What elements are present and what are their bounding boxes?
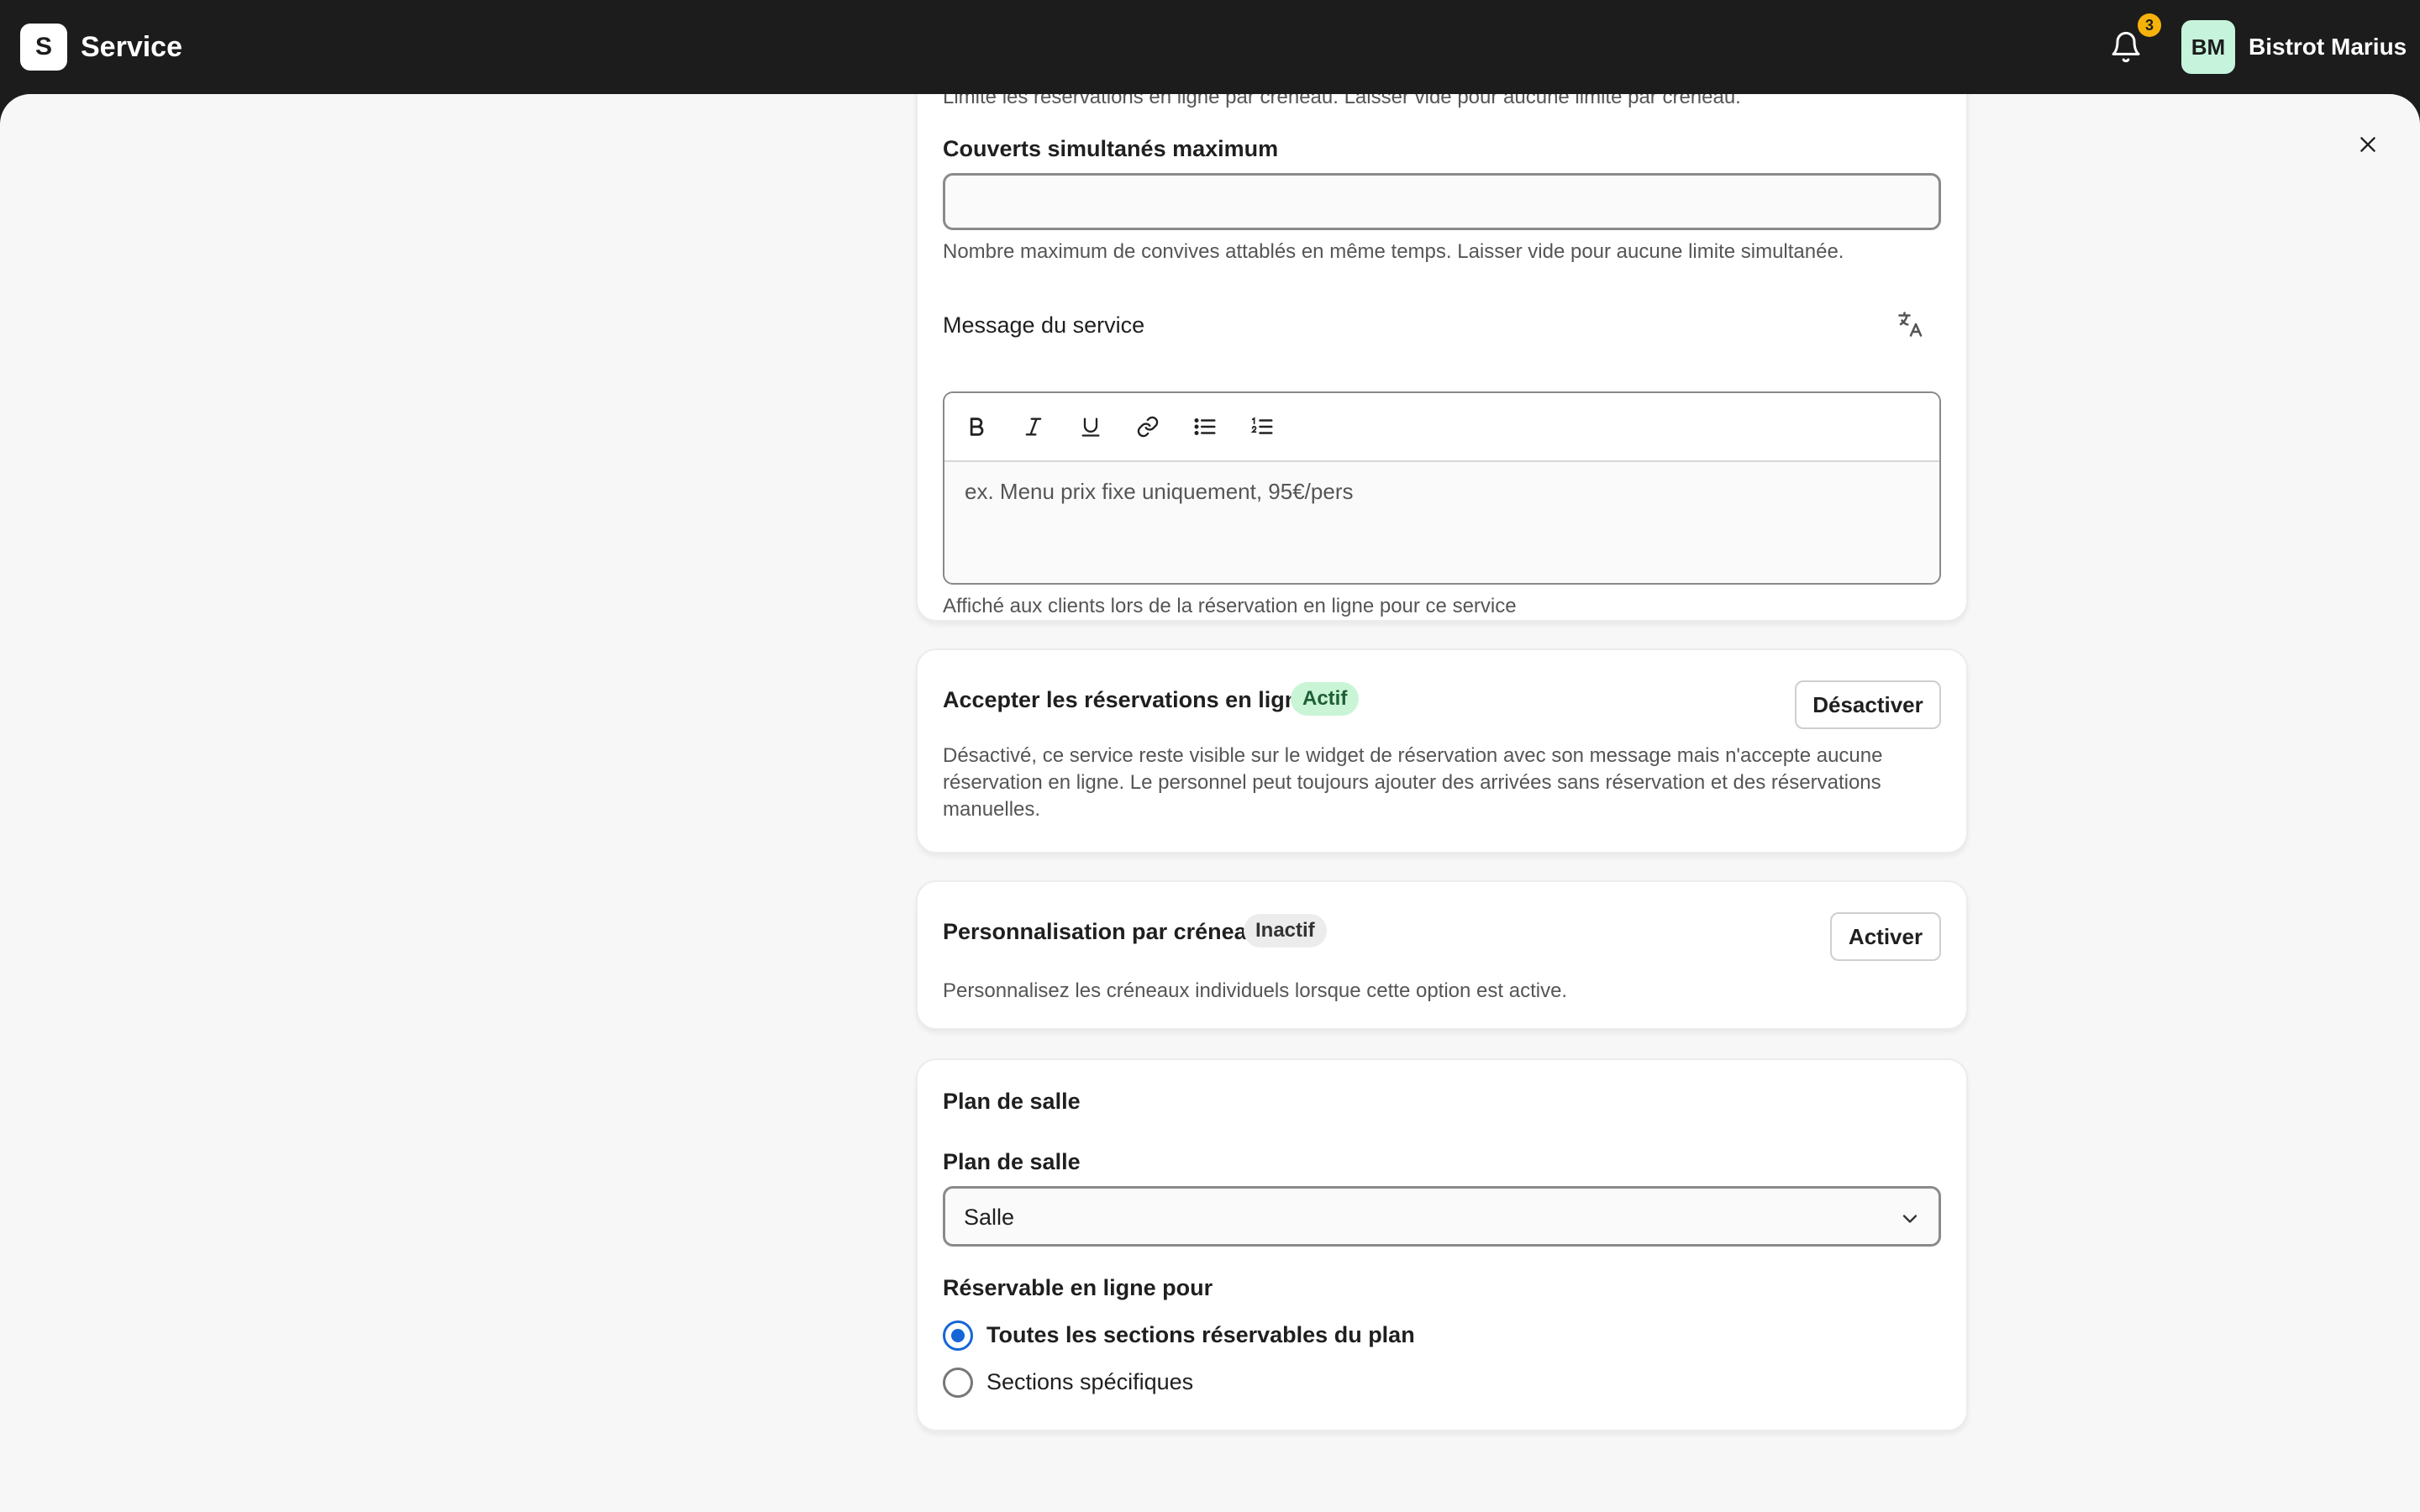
floor-plan-section-title: Plan de salle <box>943 1089 1081 1114</box>
max-covers-label: Couverts simultanés maximum <box>943 136 1279 161</box>
bell-icon[interactable] <box>2109 30 2143 64</box>
italic-icon[interactable] <box>1017 410 1050 444</box>
floor-plan-select-value: Salle <box>964 1205 1015 1230</box>
app-title: Service <box>81 31 182 63</box>
floor-plan-card: Plan de salle Plan de salle Salle Réserv… <box>916 1058 1968 1431</box>
max-covers-input[interactable] <box>943 173 1941 230</box>
numbered-list-icon[interactable] <box>1245 410 1279 444</box>
bullet-list-icon[interactable] <box>1188 410 1222 444</box>
link-icon[interactable] <box>1131 410 1165 444</box>
deactivate-button[interactable]: Désactiver <box>1795 680 1941 729</box>
status-badge: Actif <box>1291 682 1360 716</box>
chevron-down-icon <box>1898 1207 1922 1231</box>
radio-specific-sections[interactable] <box>943 1368 973 1398</box>
slot-limit-hint: Limite les réservations en ligne par cré… <box>943 94 1741 108</box>
slot-customization-description: Personnalisez les créneaux individuels l… <box>943 979 1568 1002</box>
max-covers-hint: Nombre maximum de convives attablés en m… <box>943 240 1844 263</box>
floor-plan-field-label: Plan de salle <box>943 1149 1081 1174</box>
online-reservations-card: Accepter les réservations en ligne Actif… <box>916 648 1968 853</box>
service-settings-panel: Limite les réservations en ligne par cré… <box>0 94 2420 1512</box>
online-reservations-description-line2: réservation en ligne. Le personnel peut … <box>943 771 1881 794</box>
slot-customization-title: Personnalisation par créneau <box>943 919 1261 944</box>
radio-all-sections[interactable] <box>943 1320 973 1351</box>
online-bookable-label: Réservable en ligne pour <box>943 1275 1213 1300</box>
close-icon[interactable] <box>2349 126 2386 163</box>
status-badge: Inactif <box>1244 914 1327 948</box>
bold-icon[interactable] <box>960 410 993 444</box>
radio-specific-sections-label[interactable]: Sections spécifiques <box>986 1368 1193 1396</box>
editor-content[interactable]: ex. Menu prix fixe uniquement, 95€/pers <box>965 477 1353 506</box>
online-reservations-description-line3: manuelles. <box>943 798 1041 821</box>
radio-all-sections-label[interactable]: Toutes les sections réservables du plan <box>986 1320 1415 1349</box>
rich-text-editor: ex. Menu prix fixe uniquement, 95€/pers <box>943 391 1941 585</box>
app-logo[interactable]: S <box>20 24 67 71</box>
capacity-card: Limite les réservations en ligne par cré… <box>916 94 1968 622</box>
translate-icon[interactable] <box>1896 309 1929 343</box>
editor-toolbar <box>944 393 1939 462</box>
slot-customization-card: Personnalisation par créneau Inactif Act… <box>916 880 1968 1030</box>
message-label: Message du service <box>943 312 1145 338</box>
user-name[interactable]: Bistrot Marius <box>2249 32 2407 62</box>
avatar[interactable]: BM <box>2181 20 2235 74</box>
activate-button[interactable]: Activer <box>1830 912 1941 961</box>
message-hint: Affiché aux clients lors de la réservati… <box>943 595 1517 617</box>
online-reservations-description-line1: Désactivé, ce service reste visible sur … <box>943 744 1883 767</box>
top-bar: S Service 3 BM Bistrot Marius <box>0 0 2420 94</box>
floor-plan-select[interactable]: Salle <box>943 1186 1941 1247</box>
online-reservations-title: Accepter les réservations en ligne <box>943 687 1312 712</box>
underline-icon[interactable] <box>1074 410 1107 444</box>
notification-count-badge: 3 <box>2138 13 2161 37</box>
